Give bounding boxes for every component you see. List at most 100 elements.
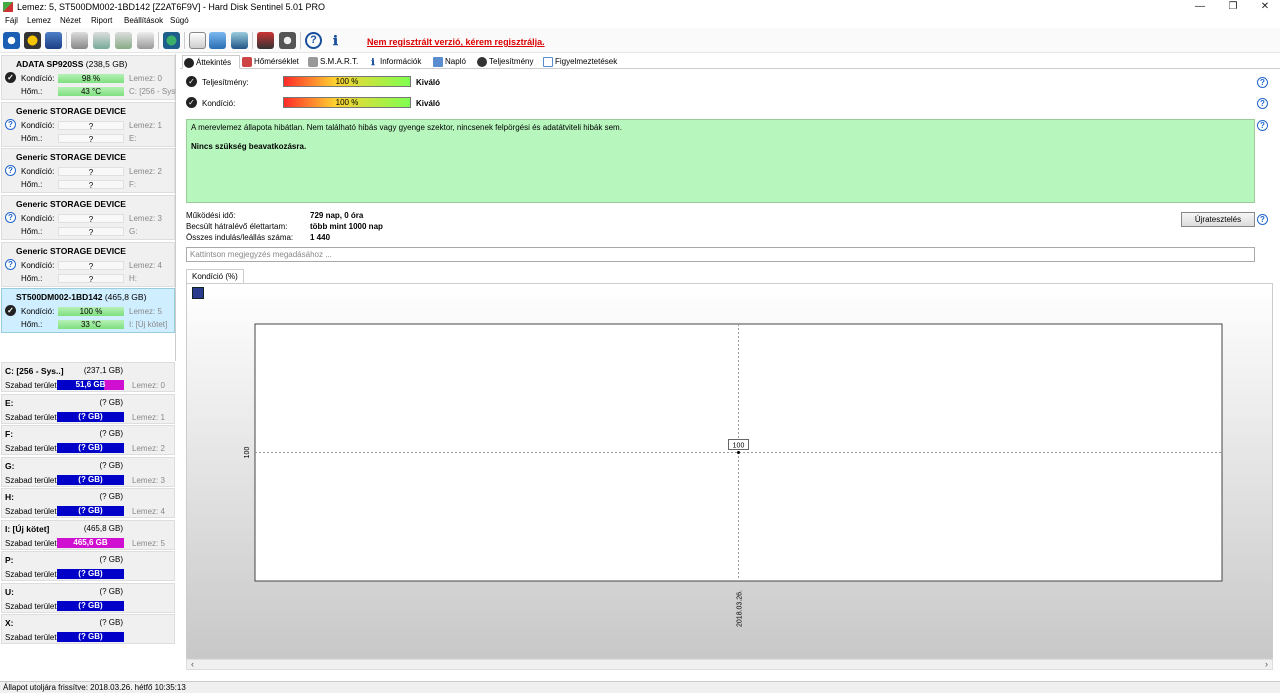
disk-item[interactable]: Generic STORAGE DEVICE ? Kondíció:? Lemez:… (1, 195, 175, 240)
scroll-left-icon[interactable]: ‹ (191, 659, 194, 669)
volume-item[interactable]: C: [256 - Sys..] (237,1 GB) Szabad terület… (1, 362, 175, 392)
refresh-icon[interactable] (3, 32, 20, 49)
help-icon[interactable]: ? (1257, 98, 1268, 109)
condition-value: ? (58, 261, 124, 271)
volume-size: (? GB) (99, 429, 123, 438)
free-space-label: Szabad terület (5, 633, 57, 642)
volume-item[interactable]: U: (? GB) Szabad terület (? GB) (1, 582, 175, 613)
disk-check-icon[interactable] (115, 32, 132, 49)
report-icon[interactable] (189, 32, 206, 49)
scroll-right-icon[interactable]: › (1265, 659, 1268, 669)
horizontal-scrollbar[interactable]: ‹ › (186, 659, 1273, 670)
lifetime-label: Becsült hátralévő élettartam: (186, 222, 288, 231)
temperature-label: Hőm.: (21, 87, 43, 96)
y-tick-label: 100 (244, 447, 251, 459)
condition-label: Kondíció: (21, 121, 55, 130)
menu-file[interactable]: Fájl (5, 16, 18, 25)
disk-surface-icon[interactable] (93, 32, 110, 49)
free-space-bar: (? GB) (57, 506, 124, 516)
condition-value: 100 % (58, 307, 124, 316)
volume-disk: Lemez: 1 (132, 412, 165, 422)
tab-log[interactable]: Napló (432, 55, 472, 69)
volume-item[interactable]: G: (? GB) Szabad terület (? GB) Lemez: 3 (1, 456, 175, 487)
tools-icon[interactable] (279, 32, 296, 49)
chart-tab-condition[interactable]: Kondíció (%) (186, 269, 244, 283)
question-icon: ? (5, 212, 16, 223)
volume-item[interactable]: P: (? GB) Szabad terület (? GB) (1, 551, 175, 581)
volume-size: (? GB) (99, 492, 123, 501)
tab-smart[interactable]: S.M.A.R.T. (307, 55, 365, 69)
disk-item[interactable]: ADATA SP920SS (238,5 GB) ✓ Kondíció: 98 % Le… (1, 55, 176, 100)
disk-info-icon[interactable] (137, 32, 154, 49)
mail-icon[interactable] (45, 32, 62, 49)
chart-icon[interactable] (257, 32, 274, 49)
disk-volume: G: (129, 227, 138, 236)
disk-item[interactable]: Generic STORAGE DEVICE ? Kondíció:? Lemez:… (1, 102, 175, 147)
menu-help[interactable]: Súgó (170, 16, 189, 25)
disk-name: ST500DM002-1BD142 (465,8 GB) (16, 292, 147, 302)
tab-alerts[interactable]: Figyelmeztetések (542, 55, 624, 69)
disk-item[interactable]: Generic STORAGE DEVICE ? Kondíció:? Lemez:… (1, 242, 175, 287)
tab-temperature[interactable]: Hőmérséklet (241, 55, 306, 69)
volume-item[interactable]: I: [Új kötet] (465,8 GB) Szabad terület 465… (1, 519, 175, 550)
chart-svg: 100 100 2018.03.26. (244, 323, 1223, 627)
menu-disk[interactable]: Lemez (27, 16, 51, 25)
free-space-bar: 465,6 GB (57, 537, 124, 548)
volume-item[interactable]: E: (? GB) Szabad terület (? GB) Lemez: 1 (1, 393, 175, 424)
gauge-icon (477, 57, 487, 67)
performance-label: Teljesítmény: (202, 78, 249, 87)
disk-volume: E: (129, 134, 137, 143)
help-icon[interactable]: ? (1257, 77, 1268, 88)
disk-icon (308, 57, 318, 67)
volume-item[interactable]: F: (? GB) Szabad terület (? GB) Lemez: 2 (1, 425, 175, 455)
volume-item[interactable]: H: (? GB) Szabad terület (? GB) Lemez: 4 (1, 488, 175, 518)
copy-report-icon[interactable] (209, 32, 226, 49)
alert-icon[interactable] (24, 32, 41, 49)
disk-index: Lemez: 2 (129, 167, 162, 176)
tab-overview[interactable]: Áttekintés (182, 55, 240, 69)
disk-index: Lemez: 5 (129, 307, 162, 316)
free-space-label: Szabad terület (5, 538, 57, 548)
condition-label: Kondíció: (21, 74, 55, 83)
note-input[interactable]: Kattintson megjegyzés megadásához ... (186, 247, 1255, 262)
info-icon[interactable]: ℹ (327, 32, 344, 49)
condition-label: Kondíció: (21, 214, 55, 223)
tab-information[interactable]: ℹ Információk (367, 55, 430, 69)
free-space-label: Szabad terület (5, 381, 57, 390)
volume-size: (465,8 GB) (83, 523, 123, 533)
data-label: 100 (733, 443, 745, 450)
volume-item[interactable]: X: (? GB) Szabad terület (? GB) (1, 614, 175, 644)
question-icon: ? (5, 119, 16, 130)
menu-report[interactable]: Riport (91, 16, 112, 25)
maximize-button[interactable]: ❐ (1216, 0, 1250, 15)
disk-item[interactable]: ST500DM002-1BD142 (465,8 GB) ✓ Kondíció: 10… (1, 288, 175, 333)
send-report-icon[interactable] (231, 32, 248, 49)
disk-name: Generic STORAGE DEVICE (16, 246, 126, 256)
overview-panel: ✓ Teljesítmény: 100 % Kiváló ? ✓ Kondíci… (180, 70, 1280, 681)
lifetime-value: több mint 1000 nap (310, 222, 383, 231)
status-recommendation: Nincs szükség beavatkozásra. (191, 142, 307, 151)
help-icon[interactable]: ? (1257, 214, 1268, 225)
temperature-label: Hőm.: (21, 134, 43, 143)
startstop-value: 1 440 (310, 233, 331, 242)
tab-performance[interactable]: Teljesítmény (476, 55, 538, 69)
performance-rating: Kiváló (416, 78, 441, 87)
temperature-label: Hőm.: (21, 180, 43, 189)
register-link[interactable]: Nem regisztrált verzió, kérem regisztrál… (367, 37, 545, 47)
free-space-label: Szabad terület (5, 601, 57, 611)
check-icon: ✓ (5, 72, 16, 83)
close-button[interactable]: ✕ (1248, 0, 1280, 15)
help-icon[interactable]: ? (1257, 120, 1268, 131)
disk-item[interactable]: Generic STORAGE DEVICE ? Kondíció:? Lemez:… (1, 148, 175, 193)
volume-name: P: (5, 555, 14, 565)
temperature-value: ? (58, 134, 124, 144)
globe-icon[interactable] (163, 32, 180, 49)
volume-size: (? GB) (99, 618, 123, 627)
help-icon[interactable]: ? (305, 32, 322, 49)
minimize-button[interactable]: — (1183, 0, 1217, 15)
menu-view[interactable]: Nézet (60, 16, 81, 25)
menu-settings[interactable]: Beállítások (124, 16, 163, 25)
disk-test-icon[interactable] (71, 32, 88, 49)
retest-button[interactable]: Újratesztelés (1181, 212, 1255, 227)
temperature-value: ? (58, 274, 124, 284)
